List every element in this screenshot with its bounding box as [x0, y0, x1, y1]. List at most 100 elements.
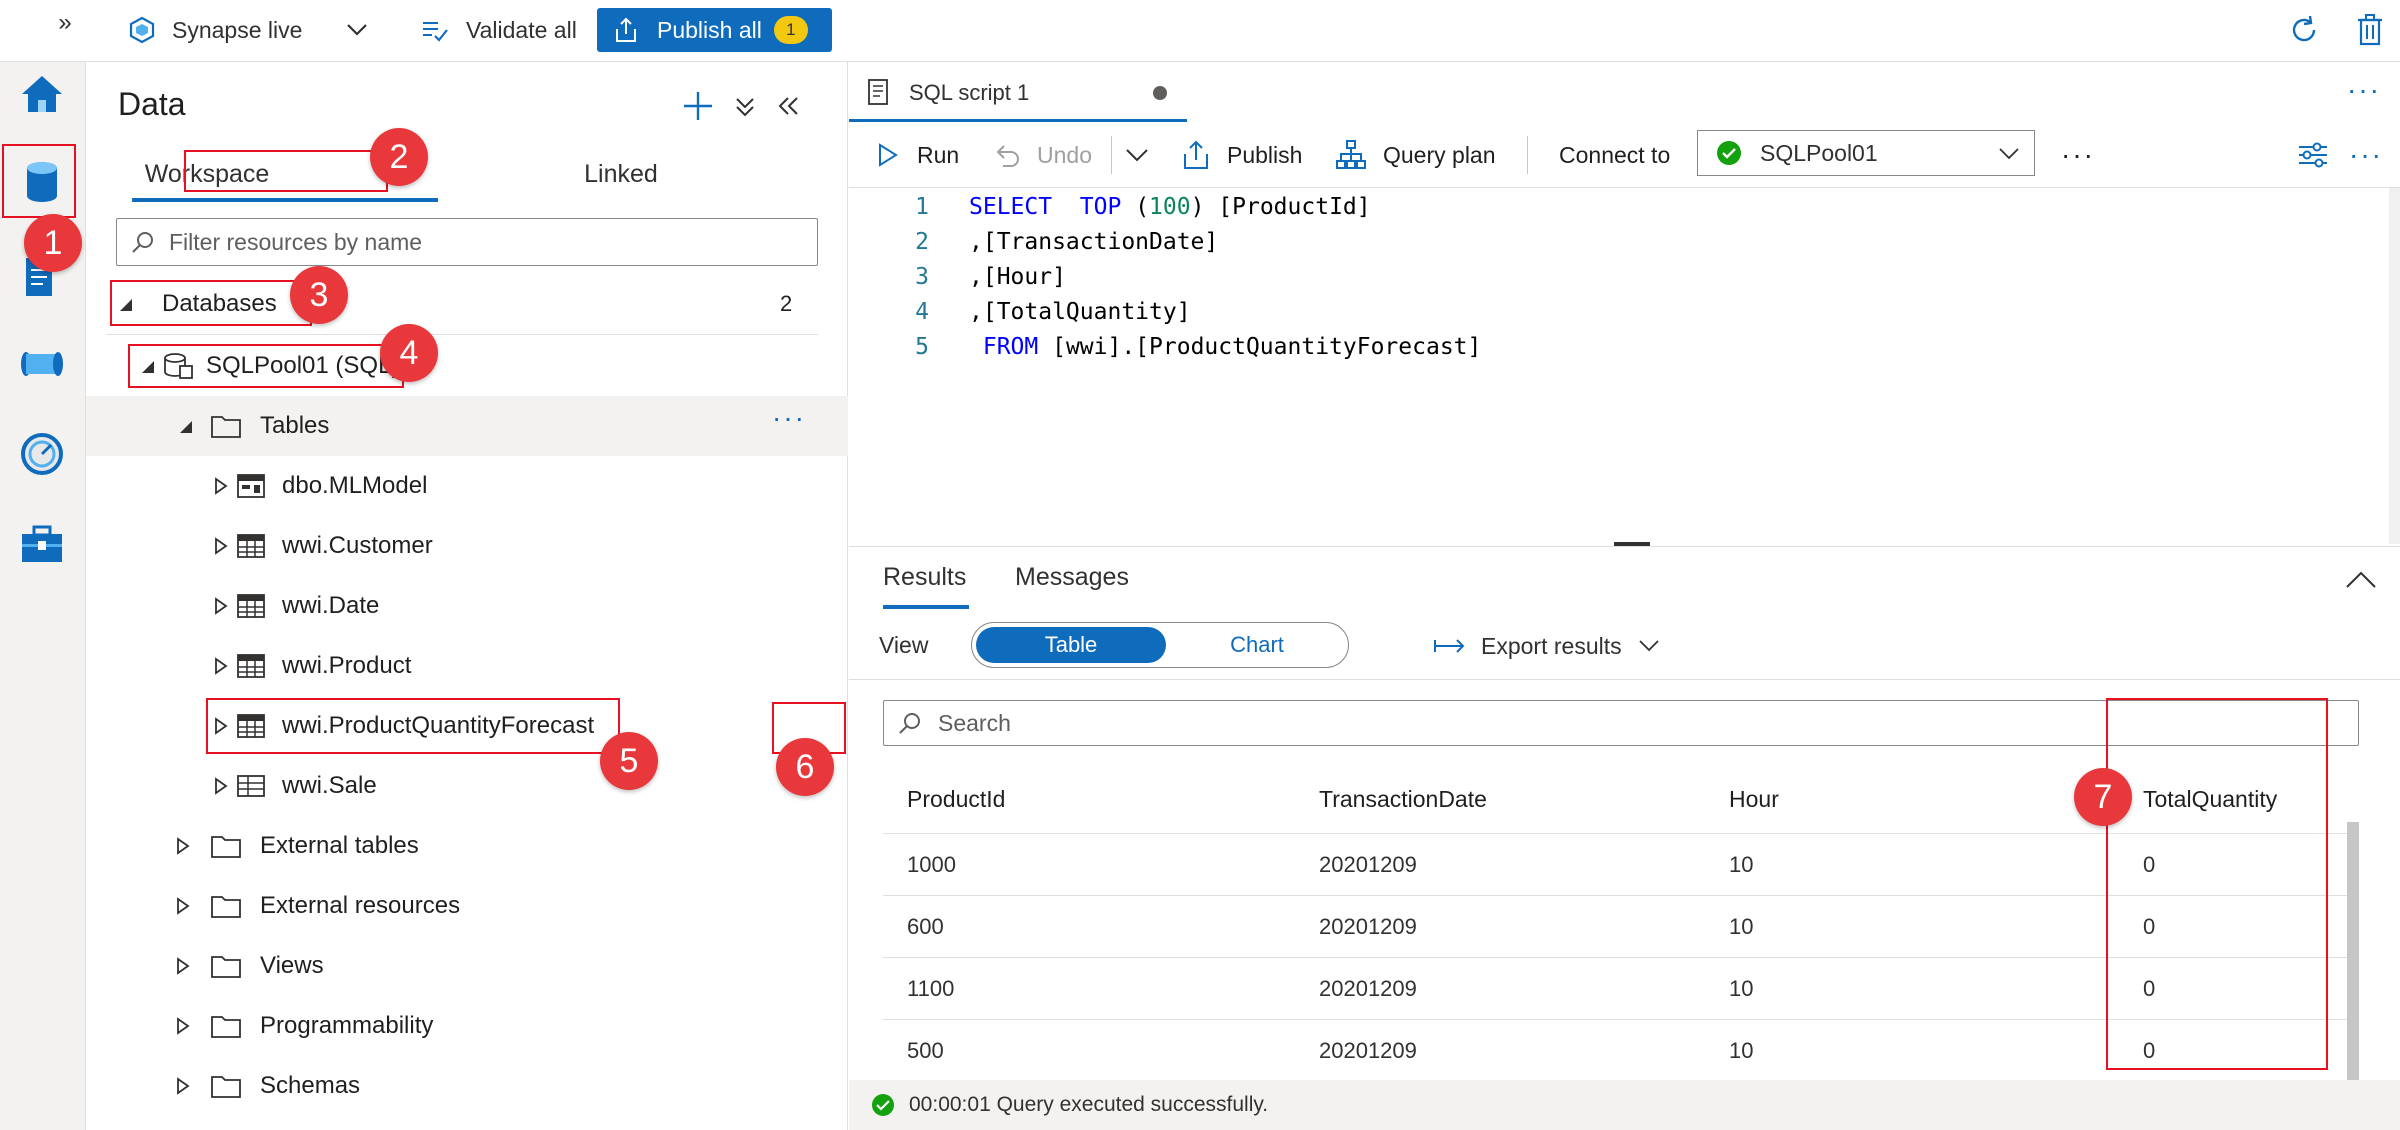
editor-scrollbar[interactable] [2389, 188, 2400, 544]
tab-sql-script-1[interactable]: SQL script 1 [849, 62, 1187, 122]
code-editor[interactable]: 1 SELECT TOP (100) [ProductId] 2 ,[Transact… [849, 188, 2400, 544]
column-header[interactable]: Hour [1729, 786, 1779, 813]
column-header[interactable]: TransactionDate [1319, 786, 1487, 813]
table-cell: 20201209 [1319, 976, 1417, 1001]
tree-table-item[interactable]: wwi.Customer [86, 516, 848, 576]
monitor-icon[interactable] [18, 430, 66, 478]
pipeline-icon[interactable] [18, 340, 66, 388]
tree-folder[interactable]: Schemas [86, 1056, 848, 1116]
caret-expanded-icon [180, 421, 192, 433]
tab-results[interactable]: Results [883, 563, 966, 592]
folder-label: Schemas [260, 1072, 361, 1099]
tree-table-item[interactable]: dbo.MLModel [86, 456, 848, 516]
model-table-icon [237, 474, 265, 498]
table-cell: 10 [1729, 1038, 1754, 1063]
tab-messages[interactable]: Messages [1015, 563, 1129, 592]
trash-icon[interactable] [2356, 14, 2384, 46]
grid-scrollbar[interactable] [2347, 822, 2359, 1122]
tree-table-item[interactable]: wwi.Sale [86, 756, 848, 816]
code-line: 2 ,[TransactionDate] [849, 229, 2400, 264]
table-cell: 20201209 [1319, 914, 1417, 939]
search-icon [132, 232, 153, 253]
chevron-down-icon[interactable] [346, 0, 376, 60]
add-icon[interactable] [682, 86, 714, 126]
caret-collapsed-icon [177, 1017, 190, 1035]
table-icon [237, 534, 265, 558]
toolbar-separator [1111, 136, 1112, 174]
run-button[interactable]: Run [877, 122, 959, 188]
refresh-icon[interactable] [2288, 14, 2320, 46]
chevron-up-icon[interactable] [2345, 567, 2377, 591]
code-text: ,[TransactionDate] [969, 229, 1218, 255]
caret-collapsed-icon [215, 597, 228, 615]
code-text: ,[Hour] [969, 264, 1066, 290]
toolbar-more-icon[interactable]: ··· [2061, 122, 2095, 188]
folder-label: External tables [260, 832, 419, 859]
chevron-down-icon [1999, 148, 2019, 160]
caret-collapsed-icon [177, 1077, 190, 1095]
publish-all-button[interactable]: Publish all 1 [597, 8, 832, 52]
properties-icon[interactable] [2297, 122, 2329, 188]
column-header[interactable]: ProductId [907, 786, 1005, 813]
undo-button[interactable]: Undo [993, 122, 1092, 188]
folder-icon [211, 1076, 241, 1098]
expand-icon[interactable]: » [48, 6, 82, 40]
table-cell: 500 [907, 1038, 944, 1063]
table-label: wwi.Customer [282, 532, 433, 559]
table-label: wwi.Product [282, 652, 412, 679]
tree-folder[interactable]: Views [86, 936, 848, 996]
results-tab-underline [883, 605, 969, 609]
code-line: 1 SELECT TOP (100) [ProductId] [849, 194, 2400, 229]
table-icon [237, 654, 265, 678]
export-arrow-icon [1434, 639, 1465, 653]
tree-folder[interactable]: External tables [86, 816, 848, 876]
annotation-box-sqlpool [128, 344, 404, 388]
view-table-button[interactable]: Table [976, 627, 1166, 663]
filter-resources-input[interactable]: Filter resources by name [116, 218, 818, 266]
table-cell: 1100 [907, 976, 955, 1001]
sql-keyword: FROM [982, 334, 1039, 360]
export-results-label: Export results [1481, 632, 1622, 659]
table-cell: 10 [1729, 852, 1754, 877]
collapse-all-icon[interactable] [734, 86, 756, 126]
connect-to-select[interactable]: SQLPool01 [1697, 130, 2035, 176]
tree-table-item[interactable]: wwi.Date [86, 576, 848, 636]
code-text: SELECT TOP (100) [ProductId] [969, 194, 1371, 220]
tree-folder[interactable]: Programmability [86, 996, 848, 1056]
publish-all-label: Publish all [657, 16, 762, 43]
toolbox-icon[interactable] [18, 520, 66, 568]
editor-toolbar: Run Undo Publish Query plan Connect to S… [849, 122, 2400, 188]
success-check-icon [1717, 141, 1741, 165]
synapse-live-selector[interactable]: Synapse live [128, 0, 302, 60]
caret-collapsed-icon [215, 777, 228, 795]
more-options-icon[interactable]: ··· [772, 402, 806, 434]
toolbar-overflow-icon[interactable]: ··· [2349, 122, 2383, 188]
table-cell: 600 [907, 914, 944, 939]
more-options-icon[interactable]: ··· [2347, 74, 2381, 106]
annotation-marker: 6 [776, 738, 834, 796]
sql-text: ,[TransactionDate] [969, 229, 1219, 255]
annotation-marker: 7 [2074, 768, 2132, 826]
line-number: 1 [915, 194, 929, 220]
tree-tables[interactable]: Tables ··· [86, 396, 848, 456]
annotation-box-total-quantity [2106, 698, 2328, 1070]
tree-table-item[interactable]: wwi.Product [86, 636, 848, 696]
folder-icon [211, 1016, 241, 1038]
undo-dropdown-chevron-icon[interactable] [1125, 122, 1149, 188]
query-plan-button[interactable]: Query plan [1335, 122, 1496, 188]
annotation-marker: 1 [24, 214, 82, 272]
view-chart-button[interactable]: Chart [1168, 627, 1346, 663]
export-results-button[interactable]: Export results [1433, 626, 1660, 666]
publish-button[interactable]: Publish [1181, 122, 1302, 188]
caret-collapsed-icon [177, 897, 190, 915]
tab-linked[interactable]: Linked [546, 152, 696, 196]
home-icon[interactable] [18, 70, 66, 118]
undo-icon [996, 145, 1019, 167]
publish-count-badge: 1 [773, 16, 808, 44]
validate-all-label: Validate all [466, 16, 577, 43]
divider [106, 334, 818, 335]
database-icon[interactable] [18, 158, 66, 206]
validate-all-button[interactable]: Validate all [420, 0, 577, 60]
tree-folder[interactable]: External resources [86, 876, 848, 936]
double-chevron-left-icon[interactable] [776, 86, 800, 126]
